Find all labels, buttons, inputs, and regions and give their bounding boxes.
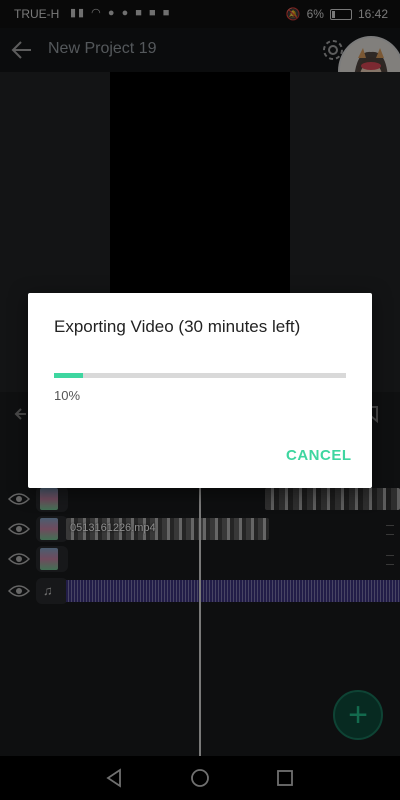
progress-bar [54,373,346,378]
dialog-title: Exporting Video (30 minutes left) [54,317,301,336]
cancel-button[interactable]: CANCEL [286,447,352,464]
progress-percent: 10% [54,388,81,403]
progress-fill [54,373,84,378]
export-dialog: Exporting Video (30 minutes left) 10% CA… [28,293,372,488]
